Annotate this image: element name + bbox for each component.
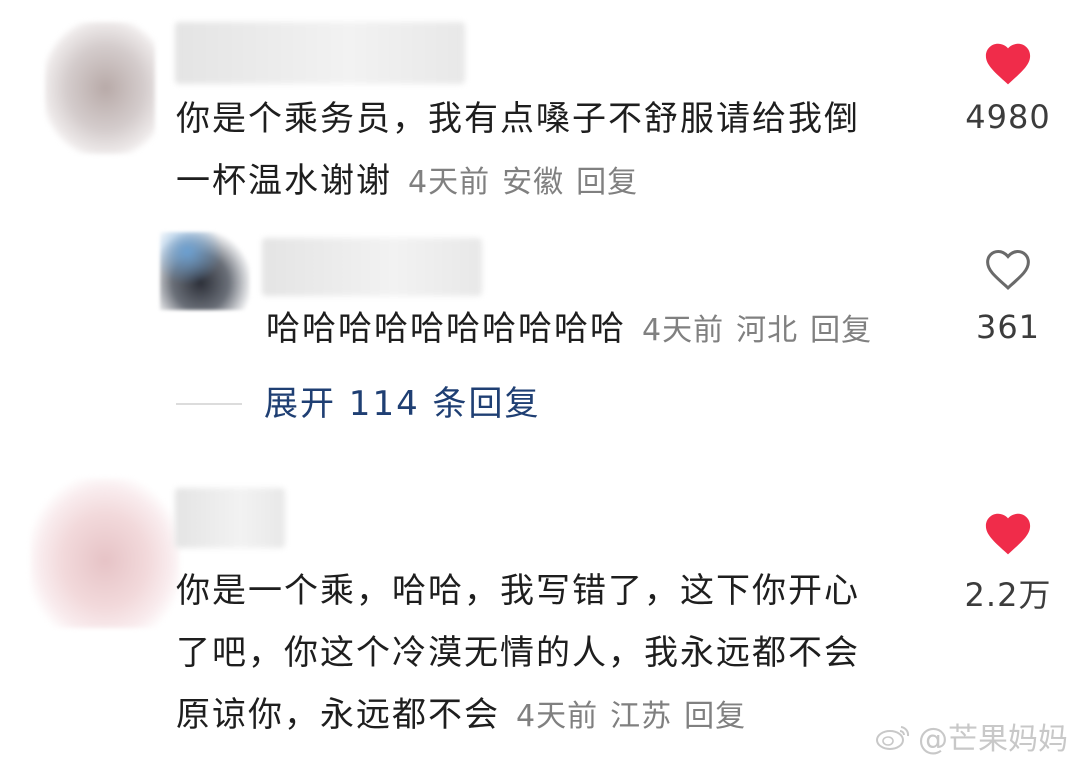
- watermark-text: @芒果妈妈: [918, 722, 1068, 757]
- avatar-comment-1[interactable]: [45, 22, 155, 154]
- comment-1-text-line-2: 一杯温水谢谢 4天前 安徽 回复: [176, 161, 639, 201]
- comment-1-reply-button[interactable]: 回复: [576, 165, 638, 200]
- reply-1-text-line: 哈哈哈哈哈哈哈哈哈哈 4天前 河北 回复: [266, 309, 873, 349]
- comment-2-time: 4天前: [516, 699, 599, 734]
- comment-2-text-line-1: 你是一个乘，哈哈，我写错了，这下你开心: [176, 571, 860, 611]
- reply-1-location: 河北: [736, 313, 799, 348]
- username-comment-2-redacted[interactable]: [175, 488, 285, 548]
- heart-outline-icon[interactable]: [982, 244, 1034, 292]
- reply-1-meta: 4天前 河北 回复: [626, 313, 872, 348]
- comment-1-text-line-1: 你是个乘务员，我有点嗓子不舒服请给我倒: [176, 99, 860, 139]
- weibo-logo-icon: [876, 726, 910, 750]
- username-reply-1-redacted[interactable]: [262, 238, 482, 296]
- comment-1-location: 安徽: [502, 165, 565, 200]
- comment-2-text-line-3: 原谅你，永远都不会 4天前 江苏 回复: [176, 695, 747, 735]
- like-count-comment-1: 4980: [965, 98, 1051, 136]
- comment-1-meta: 4天前 安徽 回复: [392, 165, 638, 200]
- watermark: @芒果妈妈: [874, 714, 1068, 758]
- expand-replies-button[interactable]: 展开 114 条回复: [264, 380, 541, 428]
- comment-1-time: 4天前: [408, 165, 491, 200]
- comment-2-reply-button[interactable]: 回复: [684, 699, 746, 734]
- username-comment-1-redacted[interactable]: [175, 22, 465, 84]
- reply-1-time: 4天前: [642, 313, 725, 348]
- comment-2-text-line-2: 了吧，你这个冷漠无情的人，我永远都不会: [176, 633, 860, 673]
- reply-1-reply-button[interactable]: 回复: [810, 313, 872, 348]
- expand-divider: [176, 403, 242, 405]
- avatar-reply-1[interactable]: [160, 232, 250, 310]
- avatar-comment-2[interactable]: [30, 478, 180, 628]
- like-count-comment-2: 2.2万: [964, 576, 1052, 614]
- heart-filled-icon[interactable]: [982, 508, 1034, 556]
- comment-1: 你是个乘务员，我有点嗓子不舒服请给我倒 一杯温水谢谢 4天前 安徽 回复: [176, 88, 860, 214]
- heart-filled-icon[interactable]: [982, 38, 1034, 86]
- reply-1: 哈哈哈哈哈哈哈哈哈哈 4天前 河北 回复: [266, 298, 872, 362]
- like-count-reply-1: 361: [975, 308, 1041, 346]
- comment-2: 你是一个乘，哈哈，我写错了，这下你开心 了吧，你这个冷漠无情的人，我永远都不会 …: [176, 560, 860, 748]
- comment-2-meta: 4天前 江苏 回复: [500, 699, 746, 734]
- comment-2-location: 江苏: [610, 699, 673, 734]
